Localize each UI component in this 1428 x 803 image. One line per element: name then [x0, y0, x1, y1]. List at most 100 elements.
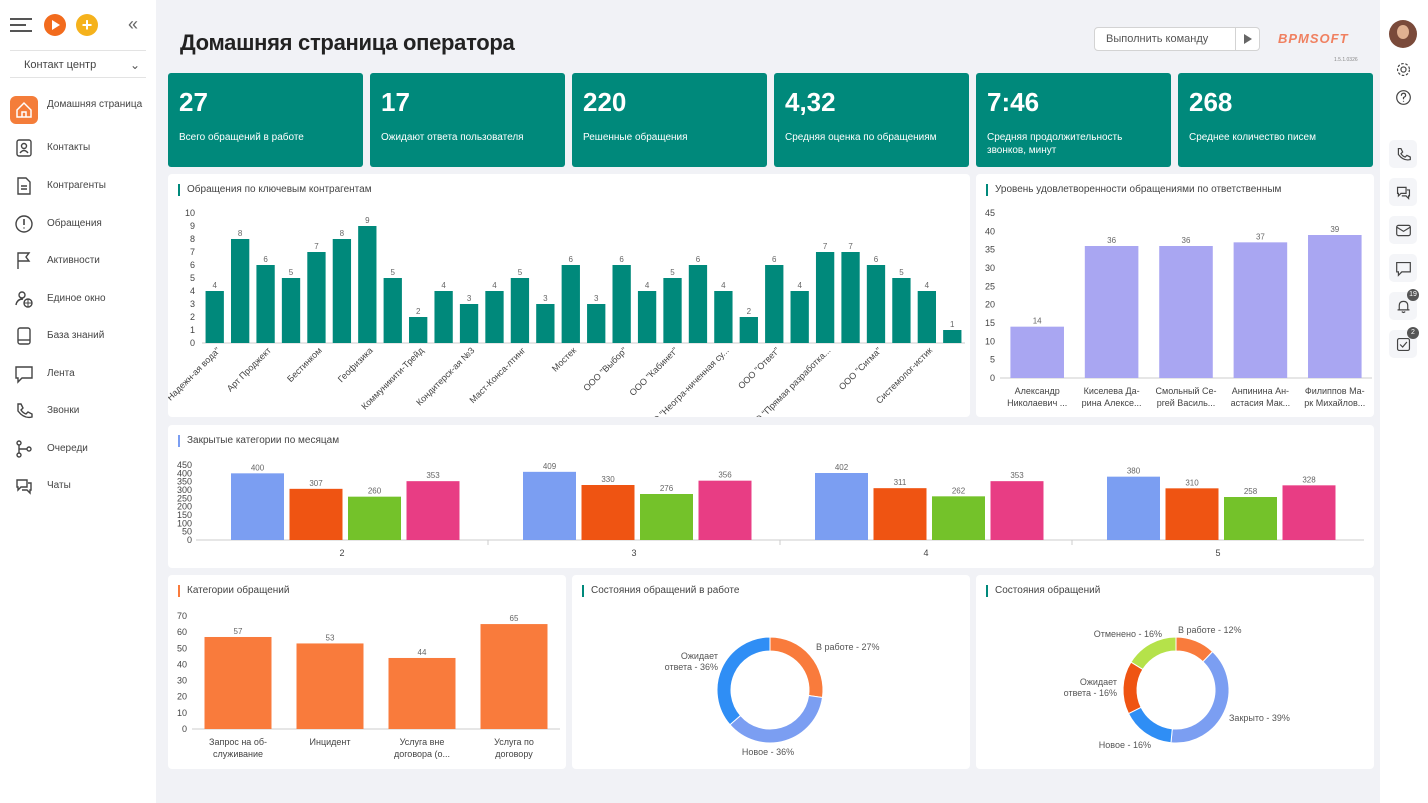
sidebar-item-5[interactable]: Единое окно — [10, 285, 150, 315]
bar — [1224, 497, 1277, 540]
y-tick-label: 450 — [177, 460, 192, 470]
sidebar-item-8[interactable]: Звонки — [10, 397, 150, 427]
data-label: 7 — [848, 242, 853, 251]
phone-icon — [1397, 147, 1411, 161]
brand-logo: BPMSOFT — [1278, 31, 1349, 46]
bar — [1010, 326, 1064, 378]
y-tick-label: 60 — [177, 627, 187, 637]
data-label: 6 — [772, 255, 777, 264]
sidebar-item-0[interactable]: Домашняя страница — [10, 96, 150, 126]
play-icon[interactable] — [44, 14, 66, 36]
kpi-tile[interactable]: 220 Решенные обращения — [572, 73, 767, 167]
y-tick-label: 10 — [985, 336, 995, 346]
help-button[interactable] — [1389, 83, 1417, 111]
kpi-tile[interactable]: 27 Всего обращений в работе — [168, 73, 363, 167]
data-label: 311 — [894, 478, 907, 487]
y-tick-label: 7 — [190, 247, 195, 257]
data-label: 6 — [874, 255, 879, 264]
collapse-sidebar-icon[interactable]: « — [128, 14, 138, 35]
pie-slice — [1127, 706, 1173, 744]
sidebar-item-label: Чаты — [47, 480, 71, 491]
states-donut: В работе - 12% Закрыто - 39% Новое - 16% Ож… — [1064, 625, 1290, 750]
chevron-down-icon: ⌄ — [129, 58, 140, 72]
pie-slice — [729, 694, 824, 744]
x-tick-label: ООО "Кабинет" — [628, 345, 680, 397]
data-label: 5 — [670, 268, 675, 277]
kpi-label: Всего обращений в работе — [179, 132, 304, 143]
sidebar-item-3[interactable]: Обращения — [10, 210, 150, 240]
x-tick-label: служивание — [213, 749, 263, 759]
bar — [917, 291, 937, 343]
avatar[interactable] — [1389, 20, 1417, 48]
bar — [281, 278, 301, 343]
kpi-tile[interactable]: 4,32 Средняя оценка по обращениям — [774, 73, 969, 167]
bar — [1084, 246, 1139, 378]
chat-button[interactable] — [1389, 178, 1417, 206]
bar — [815, 252, 835, 343]
bar — [640, 494, 693, 540]
sidebar-item-4[interactable]: Активности — [10, 247, 150, 277]
x-tick-label: ООО "Прямая разработка... — [743, 345, 832, 417]
data-label: 262 — [952, 486, 966, 495]
command-input[interactable]: Выполнить команду — [1094, 27, 1260, 51]
data-label: 328 — [1302, 475, 1316, 484]
tasks-button[interactable]: 2 — [1389, 327, 1419, 358]
y-tick-label: 8 — [190, 234, 195, 244]
data-label: 4 — [797, 281, 802, 290]
kpi-tile[interactable]: 268 Среднее количество писем — [1178, 73, 1373, 167]
menu-icon[interactable] — [10, 18, 32, 32]
sidebar-item-7[interactable]: Лента — [10, 360, 150, 390]
data-label: 330 — [601, 475, 615, 484]
x-tick-label: Бестинком — [285, 345, 324, 384]
data-label: 3 — [594, 294, 599, 303]
mail-button[interactable] — [1389, 216, 1417, 244]
x-tick-label: ргей Василь... — [1157, 398, 1216, 408]
kpi-tile[interactable]: 17 Ожидают ответа пользователя — [370, 73, 565, 167]
categories-bar-chart: 0 10 20 30 40 50 60 70 57 Запрос на об-служивание… — [177, 611, 560, 759]
phone-icon — [10, 397, 38, 425]
sidebar-item-10[interactable]: Чаты — [10, 472, 150, 502]
message-button[interactable] — [1389, 254, 1417, 282]
slice-label: Закрыто - 39% — [1229, 713, 1290, 723]
y-tick-label: 20 — [985, 300, 995, 310]
bell-button[interactable]: 19 — [1389, 289, 1419, 320]
notification-badge: 2 — [1407, 327, 1419, 339]
phone-button[interactable] — [1389, 140, 1417, 168]
workspace-select[interactable]: Контакт центр ⌄ — [10, 50, 146, 78]
right-rail: 19 2 — [1380, 0, 1428, 803]
sidebar-item-9[interactable]: Очереди — [10, 435, 150, 465]
data-label: 39 — [1330, 225, 1339, 234]
bar — [256, 265, 275, 343]
x-tick-label: 2 — [339, 548, 344, 558]
kpi-label: Решенные обращения — [583, 132, 688, 143]
x-tick-label: Запрос на об- — [209, 737, 267, 747]
y-tick-label: 70 — [177, 611, 187, 621]
sidebar-item-1[interactable]: Контакты — [10, 134, 150, 164]
kpi-label: Средняя оценка по обращениям — [785, 132, 937, 143]
bar — [873, 488, 927, 540]
bar — [943, 330, 962, 343]
data-label: 14 — [1033, 317, 1042, 326]
pie-slice — [1122, 661, 1144, 715]
x-tick-label: Маст-Конса-лтинг — [468, 345, 528, 405]
mail-icon — [1395, 224, 1411, 236]
chart-card-closed-categories: Закрытые категории по месяцам 0 50 100 150 2… — [168, 425, 1374, 568]
data-label: 9 — [365, 216, 370, 225]
alert-icon — [10, 210, 38, 238]
data-label: 258 — [1244, 487, 1258, 496]
sidebar: + « Контакт центр ⌄ Домашняя страница Кон… — [0, 0, 156, 803]
sidebar-item-2[interactable]: Контрагенты — [10, 172, 150, 202]
kpi-tile[interactable]: 7:46 Средняя продолжительность звонков, м… — [976, 73, 1171, 167]
kpi-label: Ожидают ответа пользователя — [381, 132, 524, 143]
data-label: 53 — [326, 633, 335, 642]
data-label: 3 — [467, 294, 472, 303]
queue-icon — [10, 435, 38, 463]
settings-button[interactable] — [1389, 55, 1417, 83]
add-icon[interactable]: + — [76, 14, 98, 36]
data-label: 5 — [391, 268, 396, 277]
y-tick-label: 9 — [190, 221, 195, 231]
bar — [204, 636, 272, 729]
sidebar-item-6[interactable]: База знаний — [10, 322, 150, 352]
feed-icon — [10, 360, 38, 388]
run-command-button[interactable] — [1235, 28, 1259, 50]
